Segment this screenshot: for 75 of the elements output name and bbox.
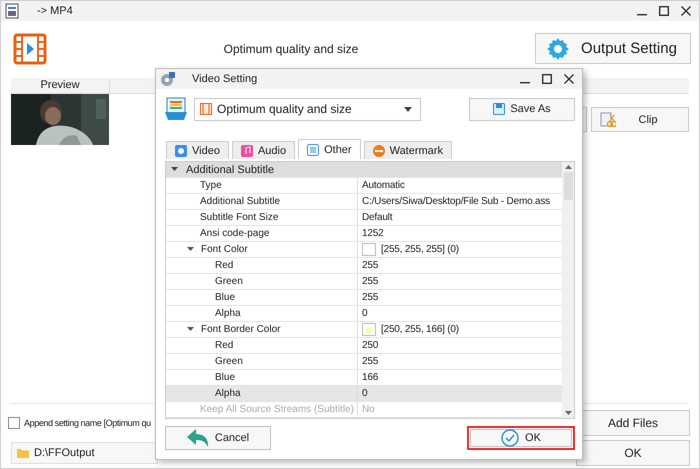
property-value[interactable]: [255, 255, 255] (0) (381, 244, 459, 255)
maximize-icon[interactable] (542, 74, 552, 84)
property-value[interactable]: 255 (362, 276, 378, 287)
ok-button[interactable]: OK (576, 440, 690, 466)
property-name: Type (200, 180, 222, 191)
property-value[interactable]: 255 (362, 260, 378, 271)
property-value[interactable]: 1252 (362, 228, 384, 239)
folder-field[interactable]: D:\FFOutput (11, 442, 158, 464)
folder-icon (17, 448, 29, 458)
list-icon (307, 144, 320, 156)
property-name: Red (215, 260, 234, 271)
check-circle-icon (501, 429, 520, 447)
collapse-icon[interactable] (187, 247, 194, 252)
scissors-icon (600, 112, 616, 128)
collapse-icon[interactable] (171, 167, 178, 172)
property-value[interactable]: Default (362, 212, 392, 223)
tab[interactable]: Other (298, 139, 361, 159)
property-value[interactable]: 0 (362, 308, 368, 319)
property-name: Red (215, 340, 234, 351)
gear-icon (546, 36, 570, 60)
property-name: Alpha (215, 388, 241, 399)
cancel-button[interactable]: Cancel (165, 426, 271, 450)
profile-label: Optimum quality and size (222, 42, 360, 56)
save-icon (493, 103, 506, 115)
property-name: Blue (215, 372, 236, 383)
color-swatch[interactable] (362, 323, 376, 336)
music-note-icon (240, 144, 253, 156)
output-setting-button[interactable]: Output Setting (535, 33, 691, 64)
window-title: -> MP4 (37, 5, 73, 17)
property-name: Additional Subtitle (200, 196, 280, 207)
back-arrow-icon (186, 429, 209, 447)
property-name: Font Border Color (201, 324, 280, 335)
ok-button[interactable]: OK (467, 426, 575, 450)
column-header: Preview (11, 78, 110, 93)
property-name: Keep All Source Streams (Subtitle) (200, 404, 354, 415)
disc-icon (175, 144, 187, 156)
maximize-icon[interactable] (659, 6, 669, 16)
app-icon (5, 3, 19, 19)
property-name: Blue (215, 292, 236, 303)
property-value[interactable]: 255 (362, 356, 378, 367)
scrollbar-thumb[interactable] (564, 172, 572, 200)
property-value[interactable]: C:/Users/Siwa/Desktop/File Sub - Demo.ass (362, 196, 550, 207)
dialog-title: Video Setting (192, 73, 258, 85)
tab[interactable]: Watermark (364, 141, 452, 159)
film-icon (13, 32, 47, 66)
save-as-button[interactable]: Save As (469, 98, 575, 120)
property-value[interactable]: 166 (362, 372, 378, 383)
close-icon[interactable] (681, 6, 691, 16)
category-label: Additional Subtitle (186, 164, 274, 176)
property-value[interactable]: 255 (362, 292, 378, 303)
color-swatch[interactable] (362, 243, 376, 256)
property-name: Ansi code-page (200, 228, 270, 239)
tab[interactable]: Video (166, 141, 229, 159)
dropdown-icon (404, 106, 412, 112)
close-icon[interactable] (564, 74, 574, 84)
property-value[interactable]: 0 (362, 388, 368, 399)
property-value[interactable]: [250, 255, 166] (0) (381, 324, 459, 335)
property-name: Alpha (215, 308, 241, 319)
scroll-up-icon[interactable] (564, 165, 572, 169)
preset-icon (165, 97, 187, 121)
checkbox[interactable] (8, 417, 20, 429)
checkbox-label: Append setting name [Optimum qu (24, 418, 151, 428)
property-name: Subtitle Font Size (200, 212, 278, 223)
collapse-icon[interactable] (187, 327, 194, 332)
property-name: Green (215, 276, 243, 287)
tab[interactable]: Audio (232, 141, 296, 159)
property-name: Green (215, 356, 243, 367)
film-reel-icon (160, 71, 176, 87)
property-name: Font Color (201, 244, 248, 255)
film-icon (200, 103, 212, 115)
scroll-down-icon[interactable] (564, 411, 572, 415)
property-value[interactable]: Automatic (362, 180, 405, 191)
property-value[interactable]: 250 (362, 340, 378, 351)
clip-button[interactable]: Clip (591, 107, 689, 132)
preset-dropdown[interactable]: Optimum quality and size (194, 98, 421, 120)
